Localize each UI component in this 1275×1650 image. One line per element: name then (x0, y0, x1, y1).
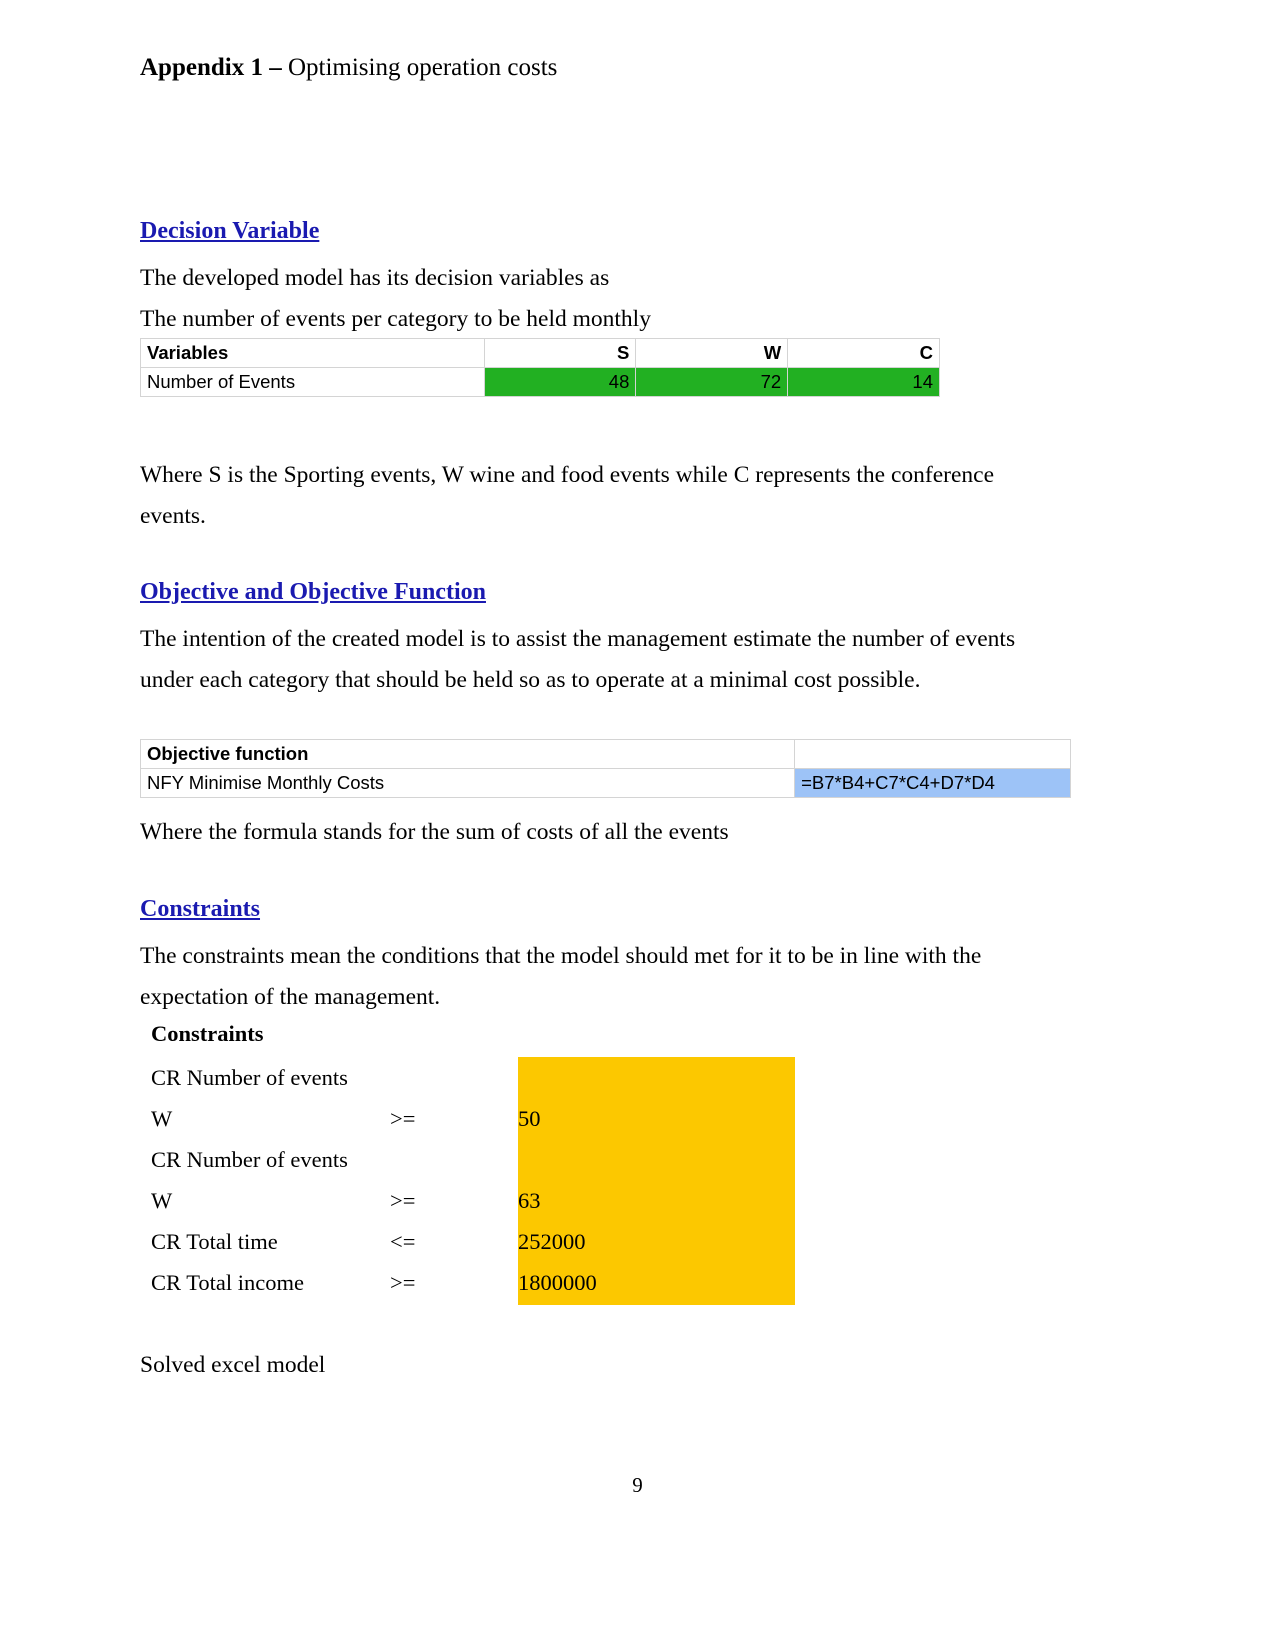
cell-header-c: C (787, 338, 940, 368)
page-title-prefix: Appendix 1 – (140, 54, 288, 81)
paragraph-decision-variable-2: The number of events per category to be … (140, 306, 651, 332)
table-row: CR Total income >= 1800000 (140, 1262, 800, 1303)
cell-constraint-operator: <= (390, 1229, 416, 1254)
cell-constraint-value: 252000 (518, 1229, 586, 1254)
cell-objective-function-label: Objective function (139, 739, 796, 769)
cell-header-w: W (635, 338, 789, 368)
cell-constraint-value: 63 (518, 1188, 541, 1213)
table-row: CR Total time <= 252000 (140, 1221, 800, 1262)
cell-value-w: 72 (635, 367, 789, 397)
table-row-header: Objective function (139, 739, 1071, 769)
paragraph-objective-1: The intention of the created model is to… (140, 626, 1016, 693)
cell-variables-label: Variables (140, 338, 485, 368)
paragraph-objective-note: Where the formula stands for the sum of … (140, 819, 729, 845)
cell-constraint-label: CR Total income (151, 1270, 304, 1295)
objective-function-table: Objective function NFY Minimise Monthly … (139, 739, 1071, 798)
constraints-table-heading: Constraints (151, 1021, 264, 1046)
variables-table: Variables S W C Number of Events 48 72 1… (140, 338, 940, 397)
page-title-rest: Optimising operation costs (287, 54, 558, 81)
paragraph-decision-variable-1: The developed model has its decision var… (140, 265, 610, 291)
cell-objective-formula: =B7*B4+C7*C4+D7*D4 (794, 768, 1071, 798)
cell-value-s: 48 (483, 367, 637, 397)
document-page: Appendix 1 – Optimising operation costs … (0, 0, 1275, 1650)
table-row: W >= 50 (140, 1098, 800, 1139)
cell-number-of-events-label: Number of Events (140, 367, 485, 397)
cell-objective-header-blank (794, 739, 1071, 769)
cell-constraint-value: 1800000 (518, 1270, 597, 1295)
cell-header-s: S (483, 338, 637, 368)
table-row: Number of Events 48 72 14 (140, 367, 940, 397)
table-row: W >= 63 (140, 1180, 800, 1221)
cell-constraint-label: CR Number of events (151, 1147, 348, 1172)
table-row: CR Number of events (140, 1057, 800, 1098)
cell-constraint-operator: >= (390, 1270, 416, 1295)
table-row: NFY Minimise Monthly Costs =B7*B4+C7*C4+… (139, 768, 1071, 798)
page-title: Appendix 1 – Optimising operation costs (140, 52, 557, 84)
paragraph-solved-excel-model: Solved excel model (140, 1352, 326, 1378)
cell-constraint-label: CR Number of events (151, 1065, 348, 1090)
table-row: CR Number of events (140, 1139, 800, 1180)
heading-objective-and-objective-function: Objective and Objective Function (140, 579, 486, 605)
cell-constraint-operator: >= (390, 1106, 416, 1131)
cell-value-c: 14 (787, 367, 940, 397)
table-row-header: Variables S W C (140, 338, 940, 368)
paragraph-constraints-1: The constraints mean the conditions that… (140, 943, 982, 1010)
page-number: 9 (632, 1473, 643, 1497)
cell-constraint-label: CR Total time (151, 1229, 278, 1254)
cell-objective-description: NFY Minimise Monthly Costs (139, 768, 796, 798)
heading-constraints: Constraints (140, 896, 261, 922)
cell-constraint-label: W (151, 1106, 173, 1131)
cell-constraint-value: 50 (518, 1106, 541, 1131)
cell-constraint-operator: >= (390, 1188, 416, 1213)
cell-constraint-label: W (151, 1188, 173, 1213)
paragraph-decision-variable-note: Where S is the Sporting events, W wine a… (140, 462, 995, 529)
constraints-table: Constraints CR Number of events W >= 50 … (140, 1015, 800, 1305)
heading-decision-variable: Decision Variable (140, 218, 320, 244)
